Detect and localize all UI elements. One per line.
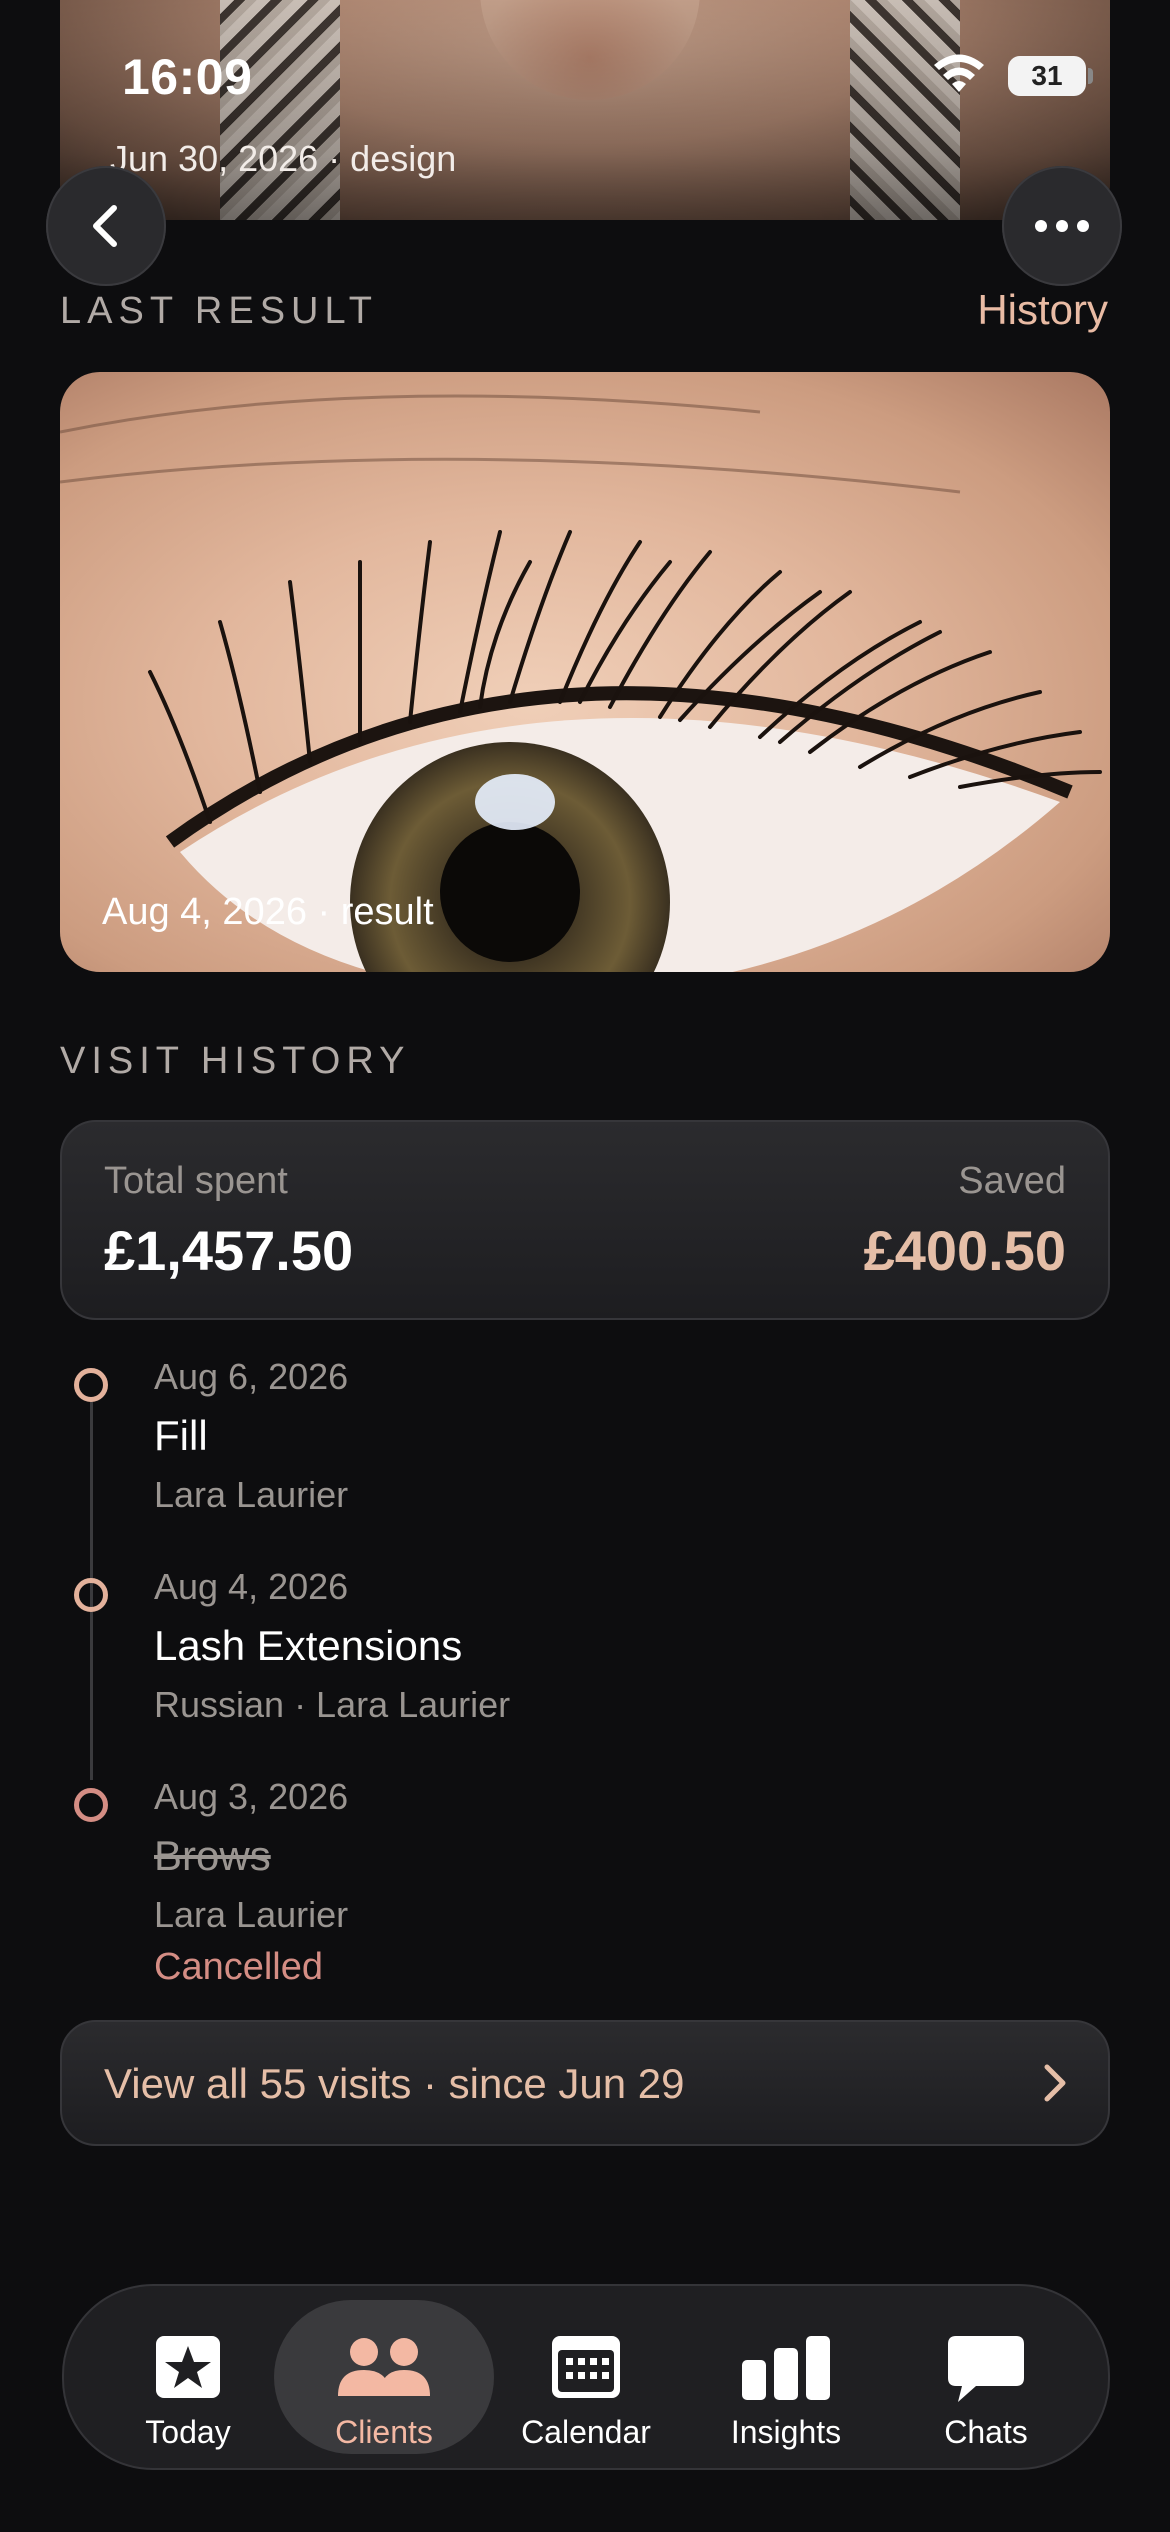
visit-service: Fill xyxy=(154,1412,208,1459)
visit-date: Aug 3, 2026 xyxy=(154,1776,349,1817)
visit-service: Lash Extensions xyxy=(154,1622,463,1669)
design-photo-caption: Jun 30, 2026 · design xyxy=(110,138,457,179)
visit-item[interactable]: Aug 4, 2026 Lash Extensions Russian · La… xyxy=(154,1566,1054,1726)
timeline-dot xyxy=(74,1368,108,1402)
chevron-left-icon xyxy=(93,205,117,247)
view-all-visits-button[interactable]: View all 55 visits · since Jun 29 xyxy=(60,2020,1110,2146)
calendar-icon xyxy=(552,2336,620,2398)
visit-detail: Russian · Lara Laurier xyxy=(154,1684,511,1725)
tab-label: Insights xyxy=(730,2414,842,2450)
tab-bar: Today Clients Calendar Insights Chats xyxy=(62,2284,1110,2470)
back-button[interactable] xyxy=(46,166,166,286)
saved-label: Saved xyxy=(958,1160,1066,1202)
timeline-dot-cancelled xyxy=(74,1788,108,1822)
bar-chart-icon xyxy=(742,2336,830,2400)
tab-clients[interactable]: Clients xyxy=(274,2300,494,2454)
spending-summary-card: Total spent £1,457.50 Saved £400.50 xyxy=(60,1120,1110,1320)
wifi-icon xyxy=(934,54,984,92)
visit-detail: Lara Laurier xyxy=(154,1894,349,1935)
tab-today[interactable]: Today xyxy=(88,2300,288,2454)
tab-calendar[interactable]: Calendar xyxy=(486,2300,686,2454)
eye-illustration xyxy=(60,394,1102,972)
visit-service: Brows xyxy=(154,1832,271,1879)
visit-history-heading: VISIT HISTORY xyxy=(60,1040,411,1082)
visit-status-cancelled: Cancelled xyxy=(154,1946,323,1988)
tab-label: Chats xyxy=(944,2414,1028,2450)
tab-label: Calendar xyxy=(521,2414,651,2450)
visit-detail: Lara Laurier xyxy=(154,1474,349,1515)
timeline-dot xyxy=(74,1578,108,1612)
visit-item[interactable]: Aug 6, 2026 Fill Lara Laurier xyxy=(154,1356,1054,1516)
photo-shade xyxy=(60,0,1110,220)
people-icon xyxy=(338,2338,430,2396)
saved-value: £400.50 xyxy=(863,1219,1066,1282)
star-square-icon xyxy=(156,2336,220,2398)
battery-tip xyxy=(1088,68,1093,84)
view-all-label: View all 55 visits · since Jun 29 xyxy=(104,2060,685,2107)
result-photo[interactable]: Aug 4, 2026 · result xyxy=(60,372,1110,972)
battery-indicator: 31 xyxy=(1008,56,1086,96)
history-link[interactable]: History xyxy=(977,286,1108,334)
tab-insights[interactable]: Insights xyxy=(686,2300,886,2454)
tab-label: Clients xyxy=(335,2414,433,2450)
total-spent-label: Total spent xyxy=(104,1160,288,1202)
ellipsis-icon xyxy=(1035,220,1089,232)
visit-date: Aug 6, 2026 xyxy=(154,1356,349,1397)
total-spent-value: £1,457.50 xyxy=(104,1219,354,1282)
tab-label: Today xyxy=(145,2414,231,2450)
tab-chats[interactable]: Chats xyxy=(886,2300,1086,2454)
status-time: 16:09 xyxy=(122,49,253,105)
chevron-right-icon xyxy=(1044,2064,1066,2102)
visit-date: Aug 4, 2026 xyxy=(154,1566,349,1607)
last-result-heading: LAST RESULT xyxy=(60,290,379,332)
visit-item[interactable]: Aug 3, 2026 Brows Lara Laurier Cancelled xyxy=(154,1776,1054,1989)
design-photo[interactable]: Jun 30, 2026 · design xyxy=(60,0,1110,220)
more-button[interactable] xyxy=(1002,166,1122,286)
chat-bubble-icon xyxy=(948,2336,1024,2402)
result-photo-caption: Aug 4, 2026 · result xyxy=(102,891,434,933)
